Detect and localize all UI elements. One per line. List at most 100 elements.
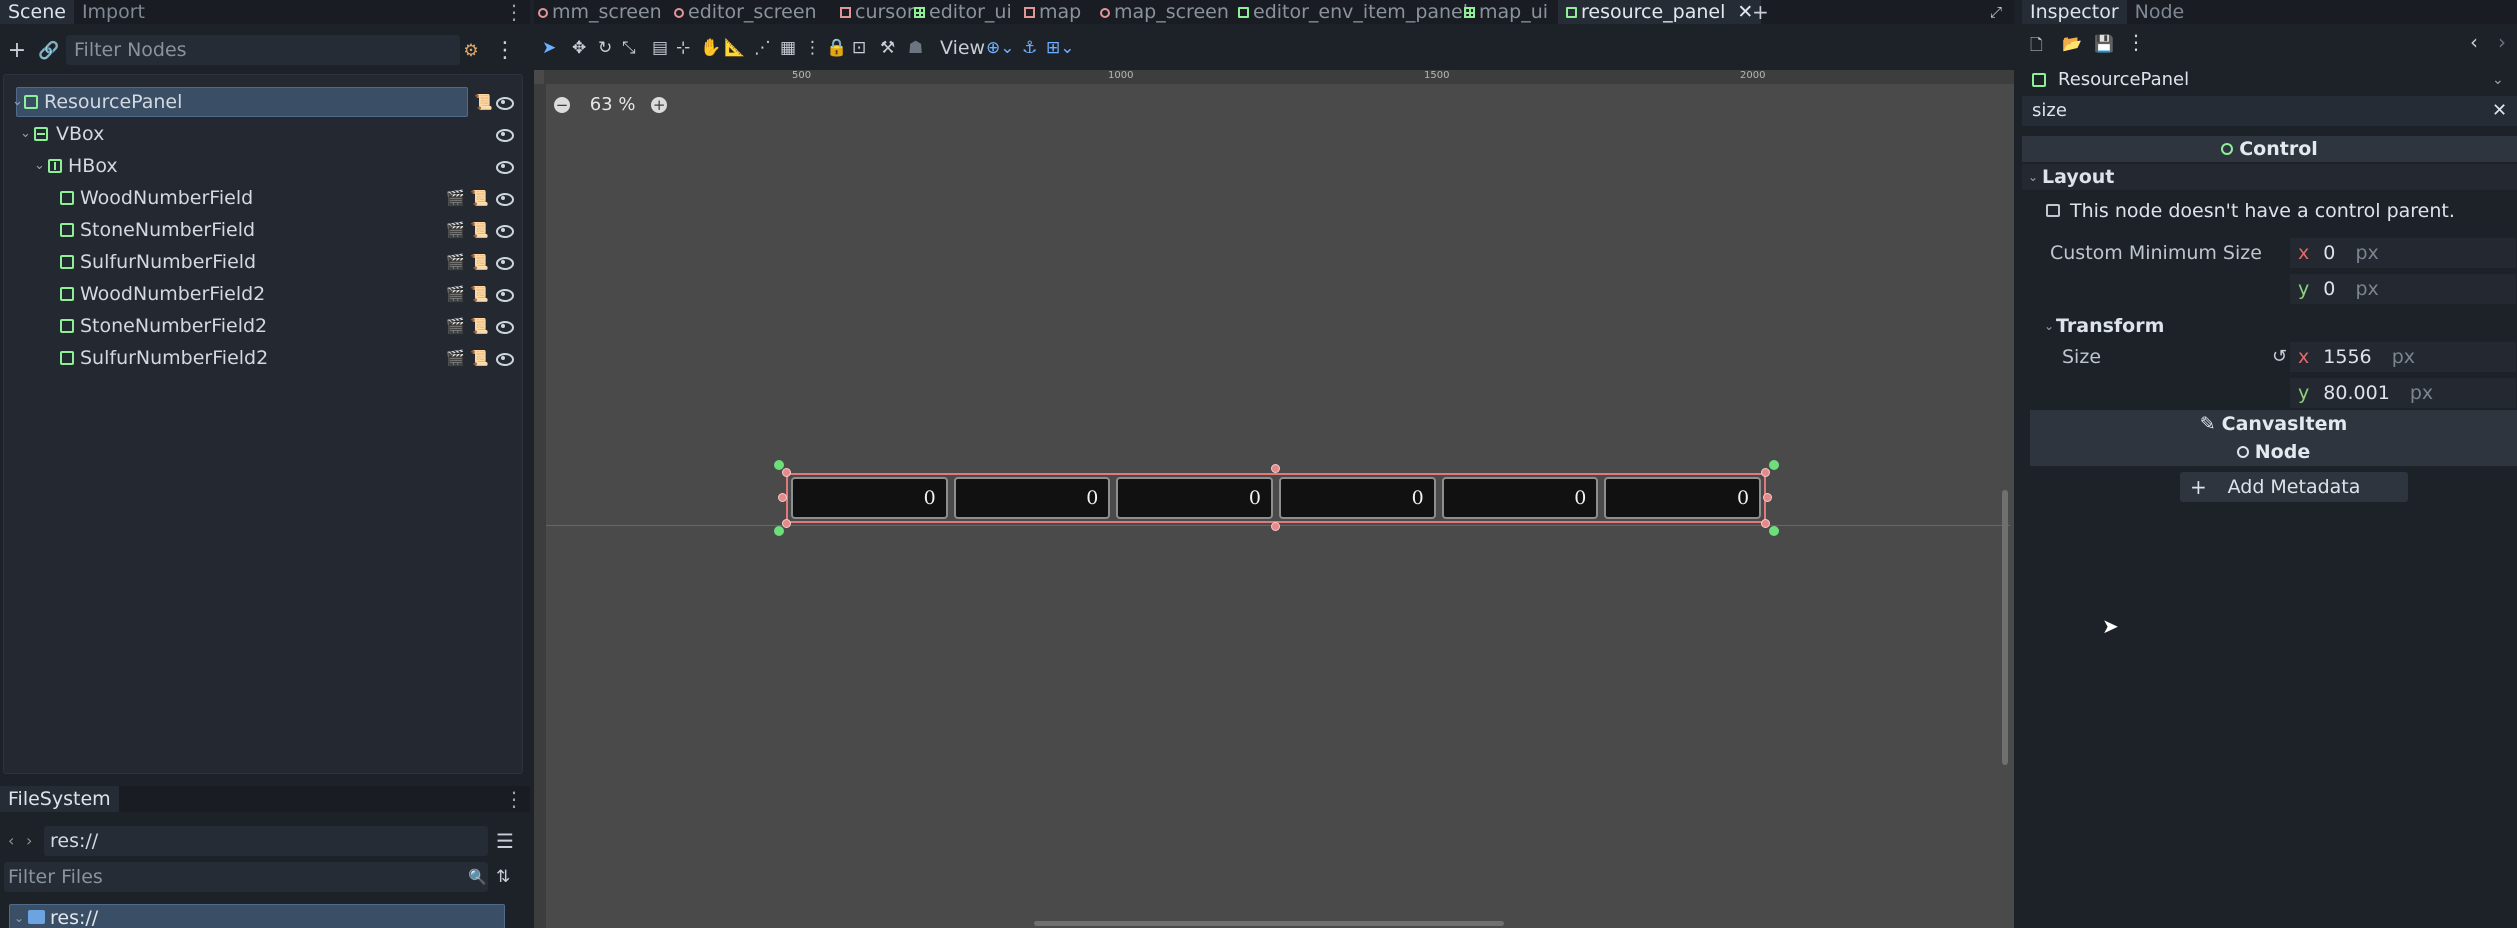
tree-node-woodnumberfield2[interactable]: WoodNumberField2 🎬 📜	[4, 279, 520, 309]
resize-handle[interactable]	[782, 468, 791, 477]
instance-scene-icon[interactable]: 🎬	[446, 183, 465, 213]
resource-panel-node[interactable]: 0 0 0 0 0 0	[786, 473, 1766, 523]
property-filter-input[interactable]: size	[2032, 96, 2067, 126]
save-resource-icon[interactable]: 💾	[2094, 34, 2114, 53]
path-field[interactable]: res://	[44, 826, 488, 856]
stone-number-field-2[interactable]: 0	[1441, 477, 1599, 519]
resize-handle[interactable]	[1761, 468, 1770, 477]
close-tab-icon[interactable]: ✕	[1737, 1, 1753, 23]
scale-mode-icon[interactable]: ⤡	[622, 28, 636, 68]
tab-inspector[interactable]: Inspector	[2022, 0, 2127, 24]
filter-nodes-input[interactable]	[66, 35, 460, 65]
tab-map[interactable]: map	[1024, 0, 1081, 24]
select-mode-icon[interactable]: ➤	[542, 28, 556, 68]
tab-node[interactable]: Node	[2127, 0, 2193, 24]
anchor-handle[interactable]	[774, 460, 784, 470]
folder-res-root[interactable]: ⌄ res://	[9, 904, 505, 928]
collapse-caret-icon[interactable]: ⌄	[2044, 313, 2054, 339]
script-icon[interactable]: 📜	[470, 343, 489, 373]
grid-snap-icon[interactable]: ▦	[780, 28, 796, 68]
visibility-eye-icon[interactable]	[496, 255, 514, 270]
tree-node-sulfurnumberfield[interactable]: SulfurNumberField 🎬 📜	[4, 247, 520, 277]
section-layout[interactable]: ⌄ Layout	[2022, 164, 2517, 190]
attach-script-icon[interactable]: ⚙	[456, 28, 486, 74]
wood-number-field[interactable]: 0	[791, 477, 948, 519]
bone-icon[interactable]: ⚒	[880, 28, 895, 68]
visibility-eye-icon[interactable]	[496, 95, 514, 110]
zoom-in-icon[interactable]: +	[651, 97, 668, 113]
tab-map-ui[interactable]: map_ui	[1464, 0, 1548, 24]
visibility-eye-icon[interactable]	[496, 191, 514, 206]
viewport-2d[interactable]: 500 1000 1500 2000 − 63 % + 0 0 0 0 0 0	[534, 70, 2014, 928]
inspector-menu-icon[interactable]: ⋮	[2126, 30, 2146, 54]
tab-editor-screen[interactable]: editor_screen	[674, 0, 817, 24]
collapse-caret-icon[interactable]: ⌄	[34, 151, 45, 181]
sulfur-number-field-2[interactable]: 0	[1604, 477, 1762, 519]
chevron-down-icon[interactable]: ⌄	[2492, 66, 2504, 94]
stone-number-field[interactable]: 0	[953, 477, 1111, 519]
resize-handle[interactable]	[1271, 522, 1280, 531]
instance-scene-icon[interactable]: 🎬	[446, 247, 465, 277]
collapse-caret-icon[interactable]: ⌄	[14, 905, 24, 928]
tab-editor-env-item-panel[interactable]: editor_env_item_panel	[1238, 0, 1468, 24]
instance-scene-icon[interactable]: 🎬	[446, 311, 465, 341]
script-icon[interactable]: 📜	[470, 215, 489, 245]
container-sizing-icon[interactable]: ⊞⌄	[1046, 28, 1075, 68]
anchor-handle[interactable]	[774, 526, 784, 536]
instance-scene-icon[interactable]: 🎬	[446, 279, 465, 309]
add-node-icon[interactable]: +	[2, 28, 32, 74]
instance-scene-icon[interactable]: 🎬	[446, 343, 465, 373]
resize-handle[interactable]	[1271, 464, 1280, 473]
anchor-icon[interactable]: ⚓	[1022, 28, 1037, 68]
collapse-caret-icon[interactable]: ⌄	[20, 119, 31, 149]
open-resource-icon[interactable]: 📂	[2062, 34, 2082, 53]
instance-scene-icon[interactable]: 🔗	[34, 28, 64, 74]
rotate-mode-icon[interactable]: ↻	[598, 28, 612, 68]
tab-filesystem[interactable]: FileSystem	[0, 786, 119, 812]
tab-map-screen[interactable]: map_screen	[1100, 0, 1229, 24]
tab-mm-screen[interactable]: mm_screen	[538, 0, 662, 24]
view-menu[interactable]: View	[940, 28, 985, 68]
presets-icon[interactable]: ⊕⌄	[986, 28, 1015, 68]
instance-scene-icon[interactable]: 🎬	[446, 215, 465, 245]
group-icon[interactable]: ⊡	[852, 28, 866, 68]
clear-icon[interactable]: ✕	[2492, 96, 2507, 126]
pan-mode-icon[interactable]: ✋	[700, 28, 721, 68]
add-metadata-button[interactable]: + Add Metadata	[2180, 472, 2408, 502]
filter-files-input[interactable]	[4, 862, 488, 892]
visibility-eye-icon[interactable]	[496, 319, 514, 334]
property-filter[interactable]: size ✕	[2022, 96, 2517, 126]
tab-scene[interactable]: Scene	[0, 0, 74, 24]
scene-tree-menu-icon[interactable]: ⋮	[490, 28, 520, 74]
distraction-free-icon[interactable]: ⤢	[1990, 0, 2002, 24]
tree-node-vbox[interactable]: ⌄ VBox	[4, 119, 520, 149]
script-icon[interactable]: 📜	[470, 183, 489, 213]
add-tab-icon[interactable]: +	[1752, 0, 1769, 24]
visibility-eye-icon[interactable]	[496, 223, 514, 238]
sort-icon[interactable]: ⇅	[496, 862, 510, 892]
min-size-x-field[interactable]: x 0 px	[2290, 238, 2516, 268]
min-size-y-field[interactable]: y 0 px	[2290, 274, 2516, 304]
visibility-eye-icon[interactable]	[496, 127, 514, 142]
zoom-out-icon[interactable]: −	[554, 97, 570, 113]
size-y-field[interactable]: y 80.001 px	[2290, 378, 2516, 408]
horizontal-scrollbar[interactable]	[1034, 921, 1504, 926]
vertical-scrollbar[interactable]	[2002, 490, 2008, 765]
tree-node-woodnumberfield[interactable]: WoodNumberField 🎬 📜	[4, 183, 520, 213]
size-x-field[interactable]: x 1556 px	[2290, 342, 2516, 372]
wood-number-field-2[interactable]: 0	[1279, 477, 1436, 519]
collapse-caret-icon[interactable]: ⌄	[2028, 164, 2038, 190]
new-resource-icon[interactable]: 🗋	[2030, 34, 2043, 61]
tree-node-resourcepanel[interactable]: ⌄ ResourcePanel 📜	[4, 87, 520, 117]
pivot-mode-icon[interactable]: ⊹	[676, 28, 690, 68]
collapse-caret-icon[interactable]: ⌄	[12, 87, 23, 117]
list-mode-icon[interactable]: ▤	[652, 28, 668, 68]
script-icon[interactable]: 📜	[474, 87, 493, 117]
snap-icon[interactable]: ⋰	[754, 28, 771, 68]
tab-cursor[interactable]: cursor	[840, 0, 915, 24]
filesystem-menu-icon[interactable]: ⋮	[504, 786, 524, 812]
snap-options-icon[interactable]: ⋮	[804, 28, 821, 68]
visibility-eye-icon[interactable]	[496, 287, 514, 302]
tab-editor-ui[interactable]: editor_ui	[914, 0, 1012, 24]
history-back-icon[interactable]: ‹	[2470, 30, 2478, 54]
